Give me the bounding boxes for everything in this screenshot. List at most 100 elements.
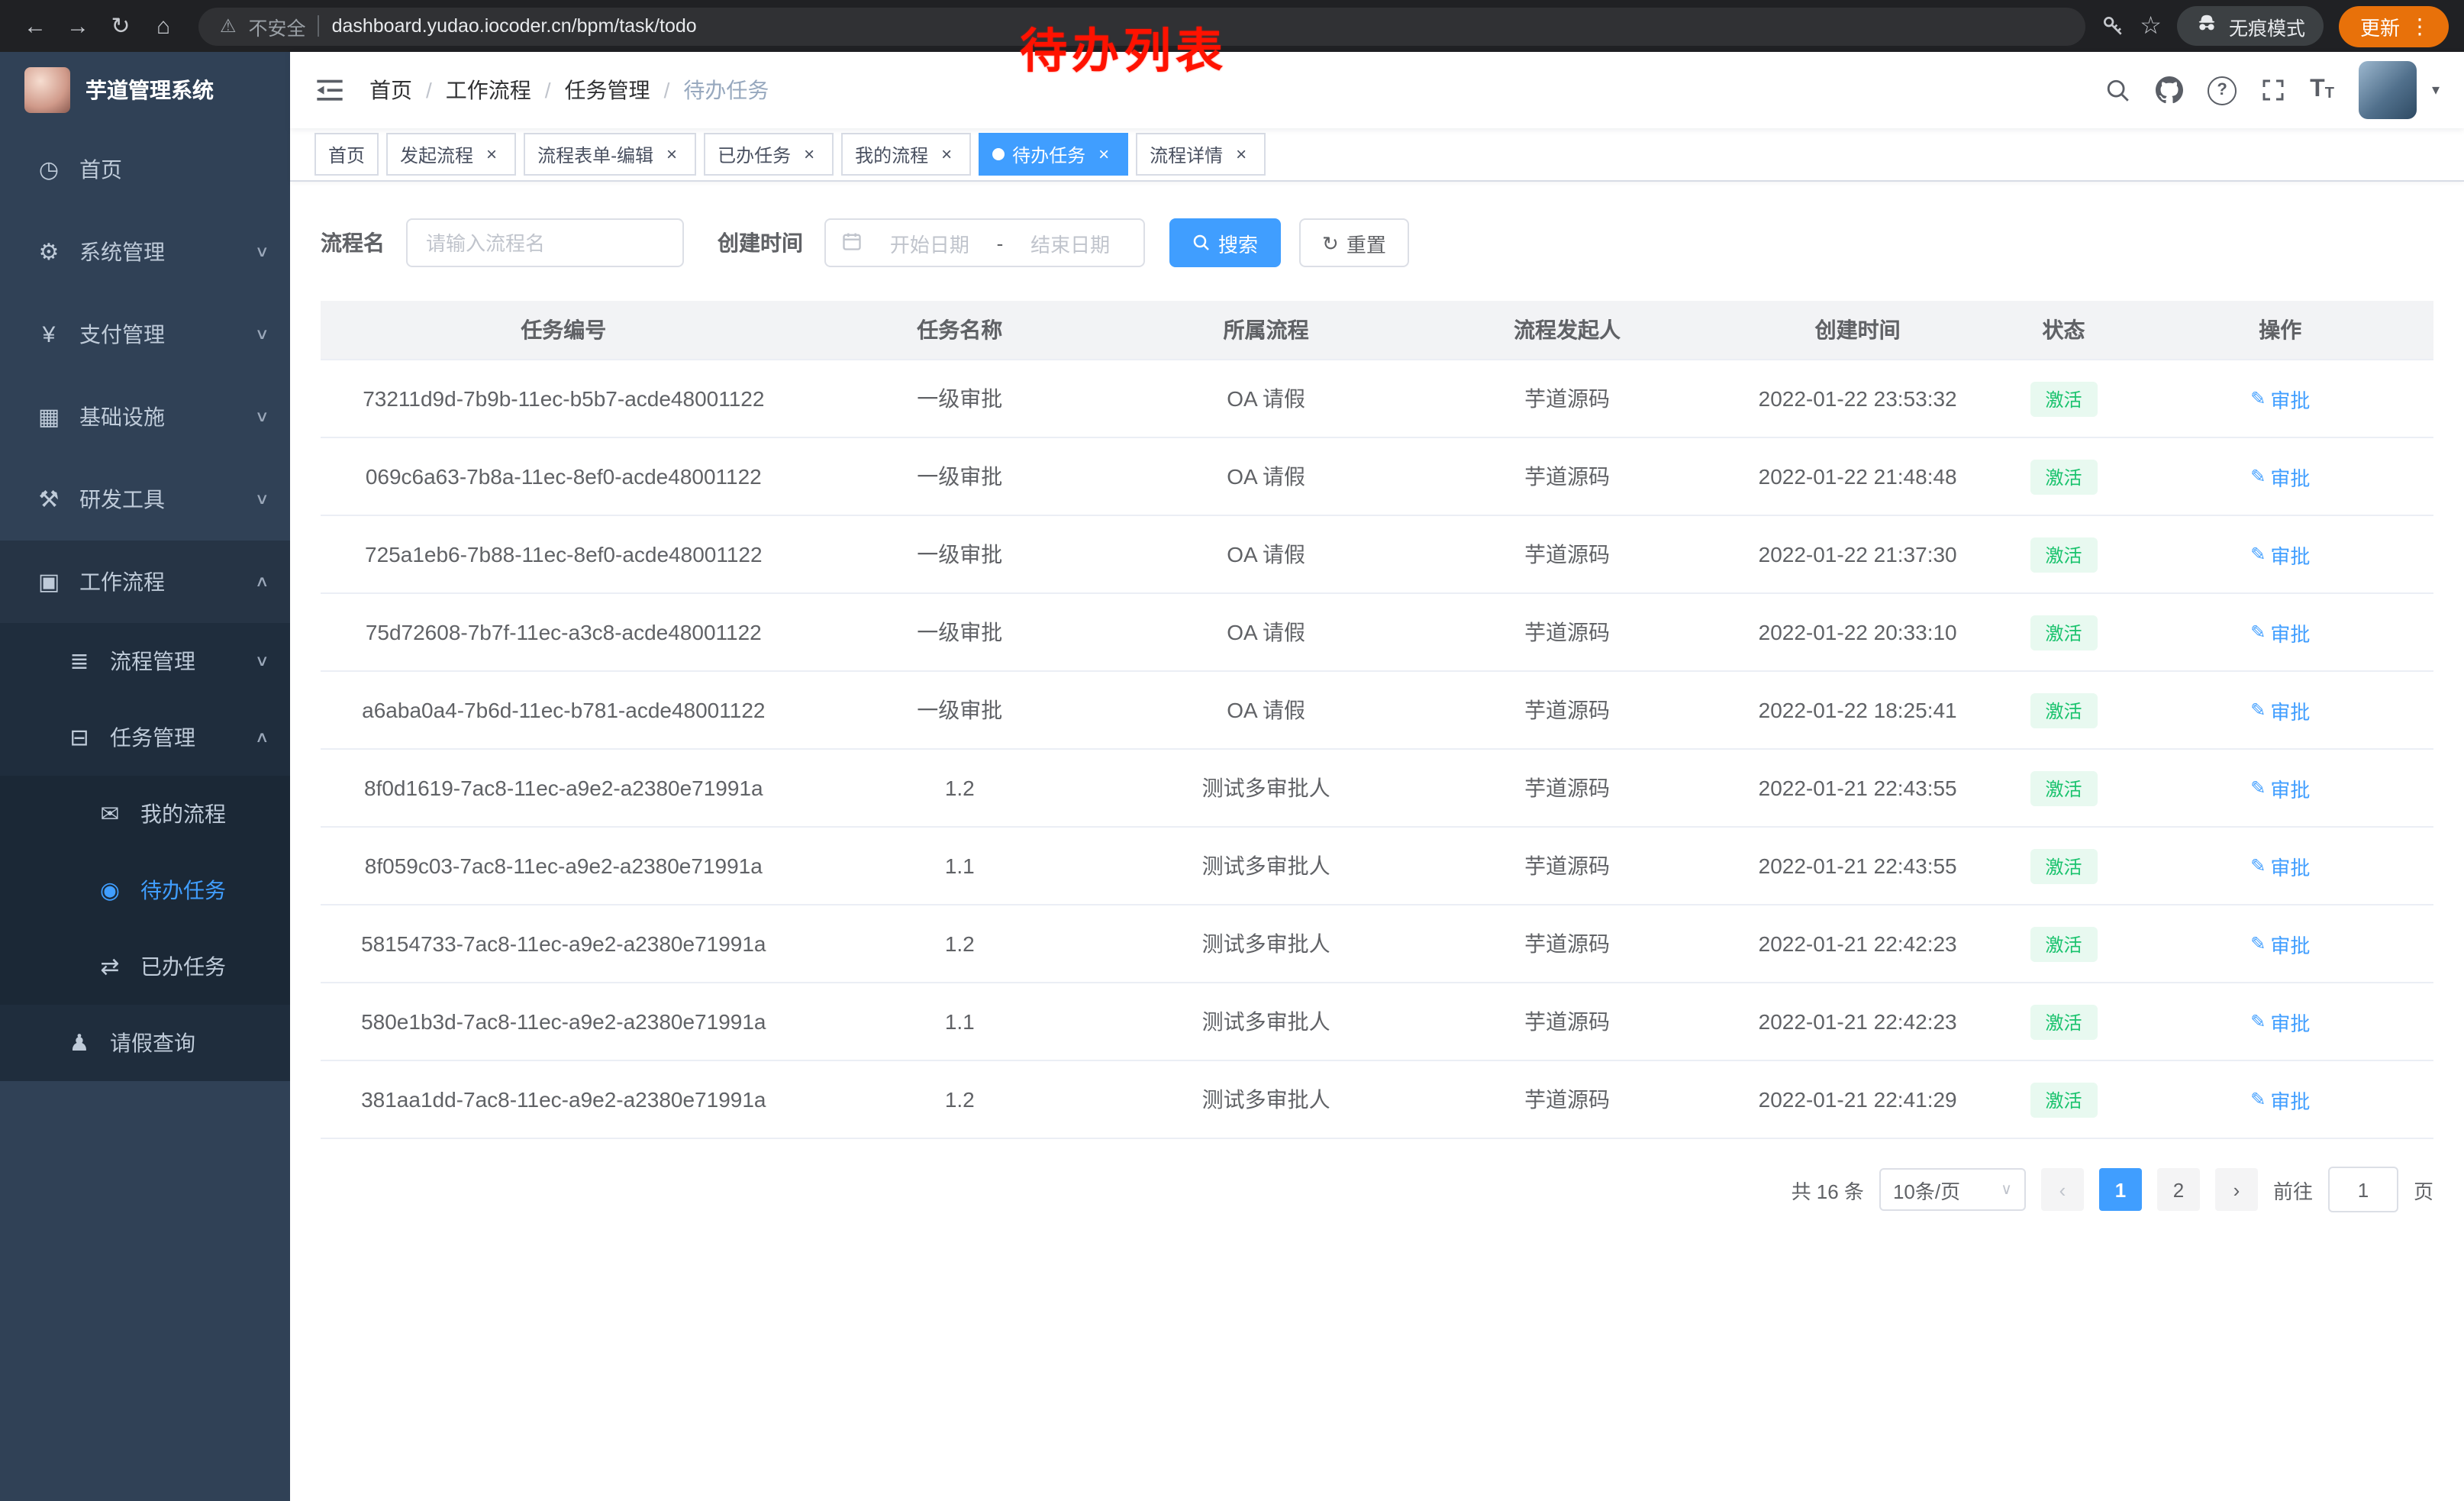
avatar[interactable] xyxy=(2359,61,2417,119)
date-range-picker[interactable]: 开始日期 - 结束日期 xyxy=(824,218,1145,267)
page-2-button[interactable]: 2 xyxy=(2157,1168,2200,1211)
omnibox-divider xyxy=(318,15,320,37)
approve-link[interactable]: ✎审批 xyxy=(2250,696,2310,725)
home-icon[interactable]: ⌂ xyxy=(144,6,183,46)
process-cell: 测试多审批人 xyxy=(1113,905,1419,983)
url-text[interactable]: dashboard.yudao.iocoder.cn/bpm/task/todo xyxy=(332,15,697,37)
password-key-icon[interactable] xyxy=(2100,14,2124,38)
status-badge: 激活 xyxy=(2030,459,2097,494)
help-icon[interactable]: ? xyxy=(2208,76,2237,105)
edit-icon: ✎ xyxy=(2250,1089,2266,1110)
bookmark-star-icon[interactable]: ☆ xyxy=(2140,11,2162,41)
approve-link[interactable]: ✎审批 xyxy=(2250,773,2310,802)
edit-icon: ✎ xyxy=(2250,388,2266,409)
sidebar-item-home[interactable]: ◷ 首页 xyxy=(0,128,290,211)
sidebar-item-infra[interactable]: ▦ 基础设施 ∨ xyxy=(0,376,290,458)
tag-todo-tasks[interactable]: 待办任务 × xyxy=(979,133,1128,176)
goto-page-input[interactable] xyxy=(2328,1167,2398,1212)
tag-done-tasks[interactable]: 已办任务 × xyxy=(704,133,834,176)
created-cell: 2022-01-21 22:42:23 xyxy=(1715,983,2001,1060)
close-icon[interactable]: × xyxy=(661,144,682,165)
created-cell: 2022-01-22 20:33:10 xyxy=(1715,593,2001,671)
close-icon[interactable]: × xyxy=(1093,144,1114,165)
sidebar-item-payment[interactable]: ¥ 支付管理 ∨ xyxy=(0,293,290,376)
avatar-caret-icon[interactable]: ▾ xyxy=(2432,82,2440,98)
collapse-menu-icon[interactable] xyxy=(314,75,345,105)
process-name-input[interactable] xyxy=(406,218,684,267)
created-cell: 2022-01-22 21:48:48 xyxy=(1715,437,2001,515)
tag-my-process[interactable]: 我的流程 × xyxy=(841,133,971,176)
forward-icon[interactable]: → xyxy=(58,6,98,46)
sidebar-item-todo-tasks[interactable]: ◉ 待办任务 xyxy=(0,852,290,928)
sidebar-item-process-mgmt[interactable]: ≣ 流程管理 ∨ xyxy=(0,623,290,699)
sidebar-item-label: 研发工具 xyxy=(79,484,165,515)
edit-icon: ✎ xyxy=(2250,777,2266,799)
reload-icon[interactable]: ↻ xyxy=(101,6,140,46)
search-icon[interactable] xyxy=(2105,77,2131,103)
close-icon[interactable]: × xyxy=(1230,144,1252,165)
approve-link[interactable]: ✎审批 xyxy=(2250,384,2310,413)
process-cell: OA 请假 xyxy=(1113,515,1419,593)
reset-button[interactable]: ↻ 重置 xyxy=(1299,218,1409,267)
status-badge: 激活 xyxy=(2030,615,2097,650)
font-size-icon[interactable]: TT xyxy=(2310,78,2334,102)
security-label[interactable]: 不安全 xyxy=(249,11,306,40)
end-date-placeholder[interactable]: 结束日期 xyxy=(1012,228,1128,257)
tag-start-process[interactable]: 发起流程 × xyxy=(386,133,516,176)
approve-link[interactable]: ✎审批 xyxy=(2250,851,2310,880)
search-button[interactable]: 搜索 xyxy=(1169,218,1281,267)
process-cell: OA 请假 xyxy=(1113,671,1419,749)
sidebar-item-workflow[interactable]: ▣ 工作流程 ∧ xyxy=(0,541,290,623)
created-cell: 2022-01-22 18:25:41 xyxy=(1715,671,2001,749)
page-1-button[interactable]: 1 xyxy=(2099,1168,2142,1211)
tag-home[interactable]: 首页 xyxy=(314,133,379,176)
approve-label: 审批 xyxy=(2270,540,2310,569)
sidebar-item-task-mgmt[interactable]: ⊟ 任务管理 ∧ xyxy=(0,699,290,776)
task-name-cell: 一级审批 xyxy=(807,515,1113,593)
page-size-select[interactable]: 10条/页 ∨ xyxy=(1879,1168,2026,1211)
task-table: 任务编号 任务名称 所属流程 流程发起人 创建时间 状态 操作 73211d9d… xyxy=(321,301,2433,1139)
sidebar-item-my-process[interactable]: ✉ 我的流程 xyxy=(0,776,290,852)
approve-label: 审批 xyxy=(2270,773,2310,802)
main-area: 首页 / 工作流程 / 任务管理 / 待办任务 ? xyxy=(290,52,2464,1501)
edit-icon: ✎ xyxy=(2250,1011,2266,1032)
approve-link[interactable]: ✎审批 xyxy=(2250,462,2310,491)
close-icon[interactable]: × xyxy=(481,144,502,165)
back-icon[interactable]: ← xyxy=(15,6,55,46)
update-button[interactable]: 更新 ⋮ xyxy=(2339,5,2449,47)
sidebar-item-label: 工作流程 xyxy=(79,567,165,597)
sidebar-item-label: 任务管理 xyxy=(110,722,195,753)
approve-link[interactable]: ✎审批 xyxy=(2250,1085,2310,1114)
breadcrumb-home[interactable]: 首页 xyxy=(369,75,412,105)
edit-icon: ✎ xyxy=(2250,544,2266,565)
tag-process-detail[interactable]: 流程详情 × xyxy=(1136,133,1266,176)
prev-page-button[interactable]: ‹ xyxy=(2041,1168,2084,1211)
edit-icon: ✎ xyxy=(2250,621,2266,643)
breadcrumb-workflow[interactable]: 工作流程 xyxy=(446,75,531,105)
github-icon[interactable] xyxy=(2156,76,2183,104)
close-icon[interactable]: × xyxy=(936,144,957,165)
sidebar-item-leave-query[interactable]: ♟ 请假查询 xyxy=(0,1005,290,1081)
sidebar-item-devtools[interactable]: ⚒ 研发工具 ∨ xyxy=(0,458,290,541)
sidebar-item-done-tasks[interactable]: ⇄ 已办任务 xyxy=(0,928,290,1005)
approve-link[interactable]: ✎审批 xyxy=(2250,1007,2310,1036)
tag-form-edit[interactable]: 流程表单-编辑 × xyxy=(524,133,696,176)
yen-icon: ¥ xyxy=(31,321,67,347)
approve-label: 审批 xyxy=(2270,618,2310,647)
close-icon[interactable]: × xyxy=(798,144,820,165)
fullscreen-icon[interactable] xyxy=(2261,78,2285,102)
approve-link[interactable]: ✎审批 xyxy=(2250,929,2310,958)
next-page-button[interactable]: › xyxy=(2215,1168,2258,1211)
approve-link[interactable]: ✎审批 xyxy=(2250,618,2310,647)
browser-menu-icon[interactable]: ⋮ xyxy=(2400,13,2440,39)
task-id-cell: 8f059c03-7ac8-11ec-a9e2-a2380e71991a xyxy=(321,827,807,905)
start-date-placeholder[interactable]: 开始日期 xyxy=(872,228,988,257)
approve-link[interactable]: ✎审批 xyxy=(2250,540,2310,569)
goto-label: 前往 xyxy=(2273,1175,2313,1204)
breadcrumb-task-mgmt[interactable]: 任务管理 xyxy=(565,75,650,105)
sidebar-item-system[interactable]: ⚙ 系统管理 ∨ xyxy=(0,211,290,293)
created-cell: 2022-01-21 22:42:23 xyxy=(1715,905,2001,983)
process-name-label: 流程名 xyxy=(321,228,385,258)
task-id-cell: 73211d9d-7b9b-11ec-b5b7-acde48001122 xyxy=(321,360,807,437)
sidebar-item-label: 我的流程 xyxy=(140,799,226,829)
